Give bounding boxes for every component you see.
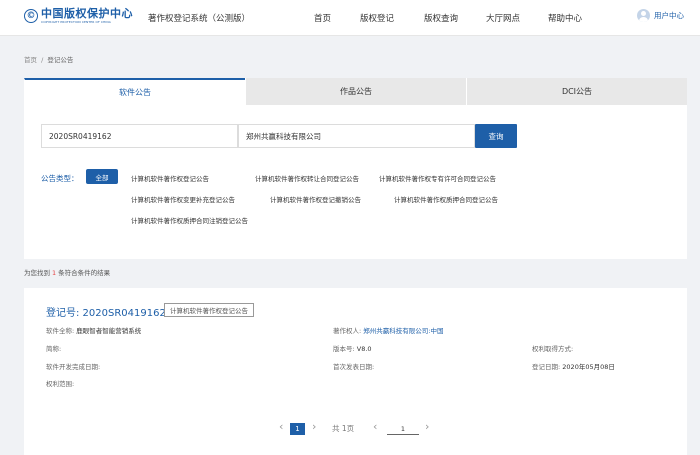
filter-change-supplement[interactable]: 计算机软件著作权变更补充登记公告	[131, 194, 235, 204]
filter-all-button[interactable]: 全部	[86, 169, 118, 184]
nav-service-halls[interactable]: 大厅网点	[486, 12, 520, 24]
logo-chinese-text: 中国版权保护中心	[41, 7, 133, 20]
nav-help-center[interactable]: 帮助中心	[548, 12, 582, 24]
rights-acquisition-field: 权利取得方式:	[532, 345, 574, 353]
total-pages: 共 1页	[332, 424, 355, 433]
copyright-owner-field: 著作权人: 郑州共赢科技有限公司:中国	[333, 327, 444, 335]
registration-date-value: 2020年05月08日	[562, 363, 615, 371]
nav-home[interactable]: 首页	[314, 12, 331, 24]
filter-exclusive-license[interactable]: 计算机软件著作权专有许可合同登记公告	[379, 173, 496, 183]
filter-software-registration[interactable]: 计算机软件著作权登记公告	[131, 173, 209, 183]
jump-next-icon[interactable]: ›	[425, 420, 429, 433]
page-jump-input[interactable]: 1	[387, 423, 419, 435]
user-avatar-icon	[637, 9, 650, 22]
jump-previous-icon[interactable]: ‹	[373, 420, 377, 433]
filter-registration-revocation[interactable]: 计算机软件著作权登记撤销公告	[270, 194, 361, 204]
owner-name-input[interactable]: 郑州共赢科技有限公司	[238, 124, 475, 148]
filter-transfer-contract[interactable]: 计算机软件著作权转让合同登记公告	[255, 173, 359, 183]
result-count: 为您找到 1 条符合条件的结果	[24, 269, 111, 277]
version-value: V8.0	[356, 345, 372, 353]
filter-pledge-contract[interactable]: 计算机软件著作权质押合同登记公告	[394, 194, 498, 204]
development-date-field: 软件开发完成日期:	[46, 363, 101, 371]
tab-software-announcements[interactable]: 软件公告	[24, 78, 245, 105]
announcement-search-panel: 软件公告 作品公告 DCI公告 2020SR0419162 郑州共赢科技有限公司…	[24, 78, 687, 259]
current-page-button[interactable]: 1	[290, 423, 305, 435]
result-count-number: 1	[52, 269, 57, 277]
registration-date-field: 登记日期: 2020年05月08日	[532, 363, 615, 371]
filter-pledge-cancellation[interactable]: 计算机软件著作权质押合同注销登记公告	[131, 215, 248, 225]
previous-page-icon[interactable]: ‹	[279, 420, 283, 433]
breadcrumb-current: 登记公告	[47, 56, 74, 64]
nav-copyright-registration[interactable]: 版权登记	[360, 12, 394, 24]
copyright-logo-icon: ©	[24, 9, 38, 23]
version-field: 版本号: V8.0	[333, 345, 372, 353]
rights-scope-field: 权利范围:	[46, 380, 75, 388]
user-center-label: 用户中心	[654, 11, 684, 20]
nav-copyright-query[interactable]: 版权查询	[424, 12, 458, 24]
announcement-type-label: 公告类型：	[41, 174, 79, 183]
short-name-field: 简称:	[46, 345, 62, 353]
breadcrumb-home[interactable]: 首页	[24, 56, 37, 64]
registration-number-input[interactable]: 2020SR0419162	[41, 124, 238, 148]
copyright-owner-value[interactable]: 郑州共赢科技有限公司:中国	[363, 327, 443, 335]
first-publish-date-field: 首次发表日期:	[333, 363, 375, 371]
tab-dci-announcements[interactable]: DCI公告	[466, 78, 687, 105]
system-name: 著作权登记系统（公测版）	[148, 14, 251, 24]
logo-english-text: COPYRIGHT PROTECTION CENTER OF CHINA	[41, 20, 111, 24]
result-card: 登记号: 2020SR0419162 计算机软件著作权登记公告 软件全称: 鹿眼…	[24, 288, 687, 455]
next-page-icon[interactable]: ›	[312, 420, 316, 433]
query-button[interactable]: 查询	[475, 124, 517, 148]
breadcrumb-separator: /	[41, 56, 44, 64]
registration-number-link[interactable]: 登记号: 2020SR0419162	[46, 304, 166, 319]
software-name-field: 软件全称: 鹿眼智者智能营销系统	[46, 327, 142, 335]
announcement-type-tag: 计算机软件著作权登记公告	[164, 303, 254, 317]
breadcrumb: 首页 / 登记公告	[24, 54, 73, 64]
tab-works-announcements[interactable]: 作品公告	[245, 78, 466, 105]
software-name-value: 鹿眼智者智能营销系统	[76, 327, 142, 335]
top-header: © 中国版权保护中心 COPYRIGHT PROTECTION CENTER O…	[0, 0, 700, 36]
site-logo[interactable]: © 中国版权保护中心 COPYRIGHT PROTECTION CENTER O…	[24, 8, 133, 24]
user-center[interactable]: 用户中心	[637, 9, 684, 22]
